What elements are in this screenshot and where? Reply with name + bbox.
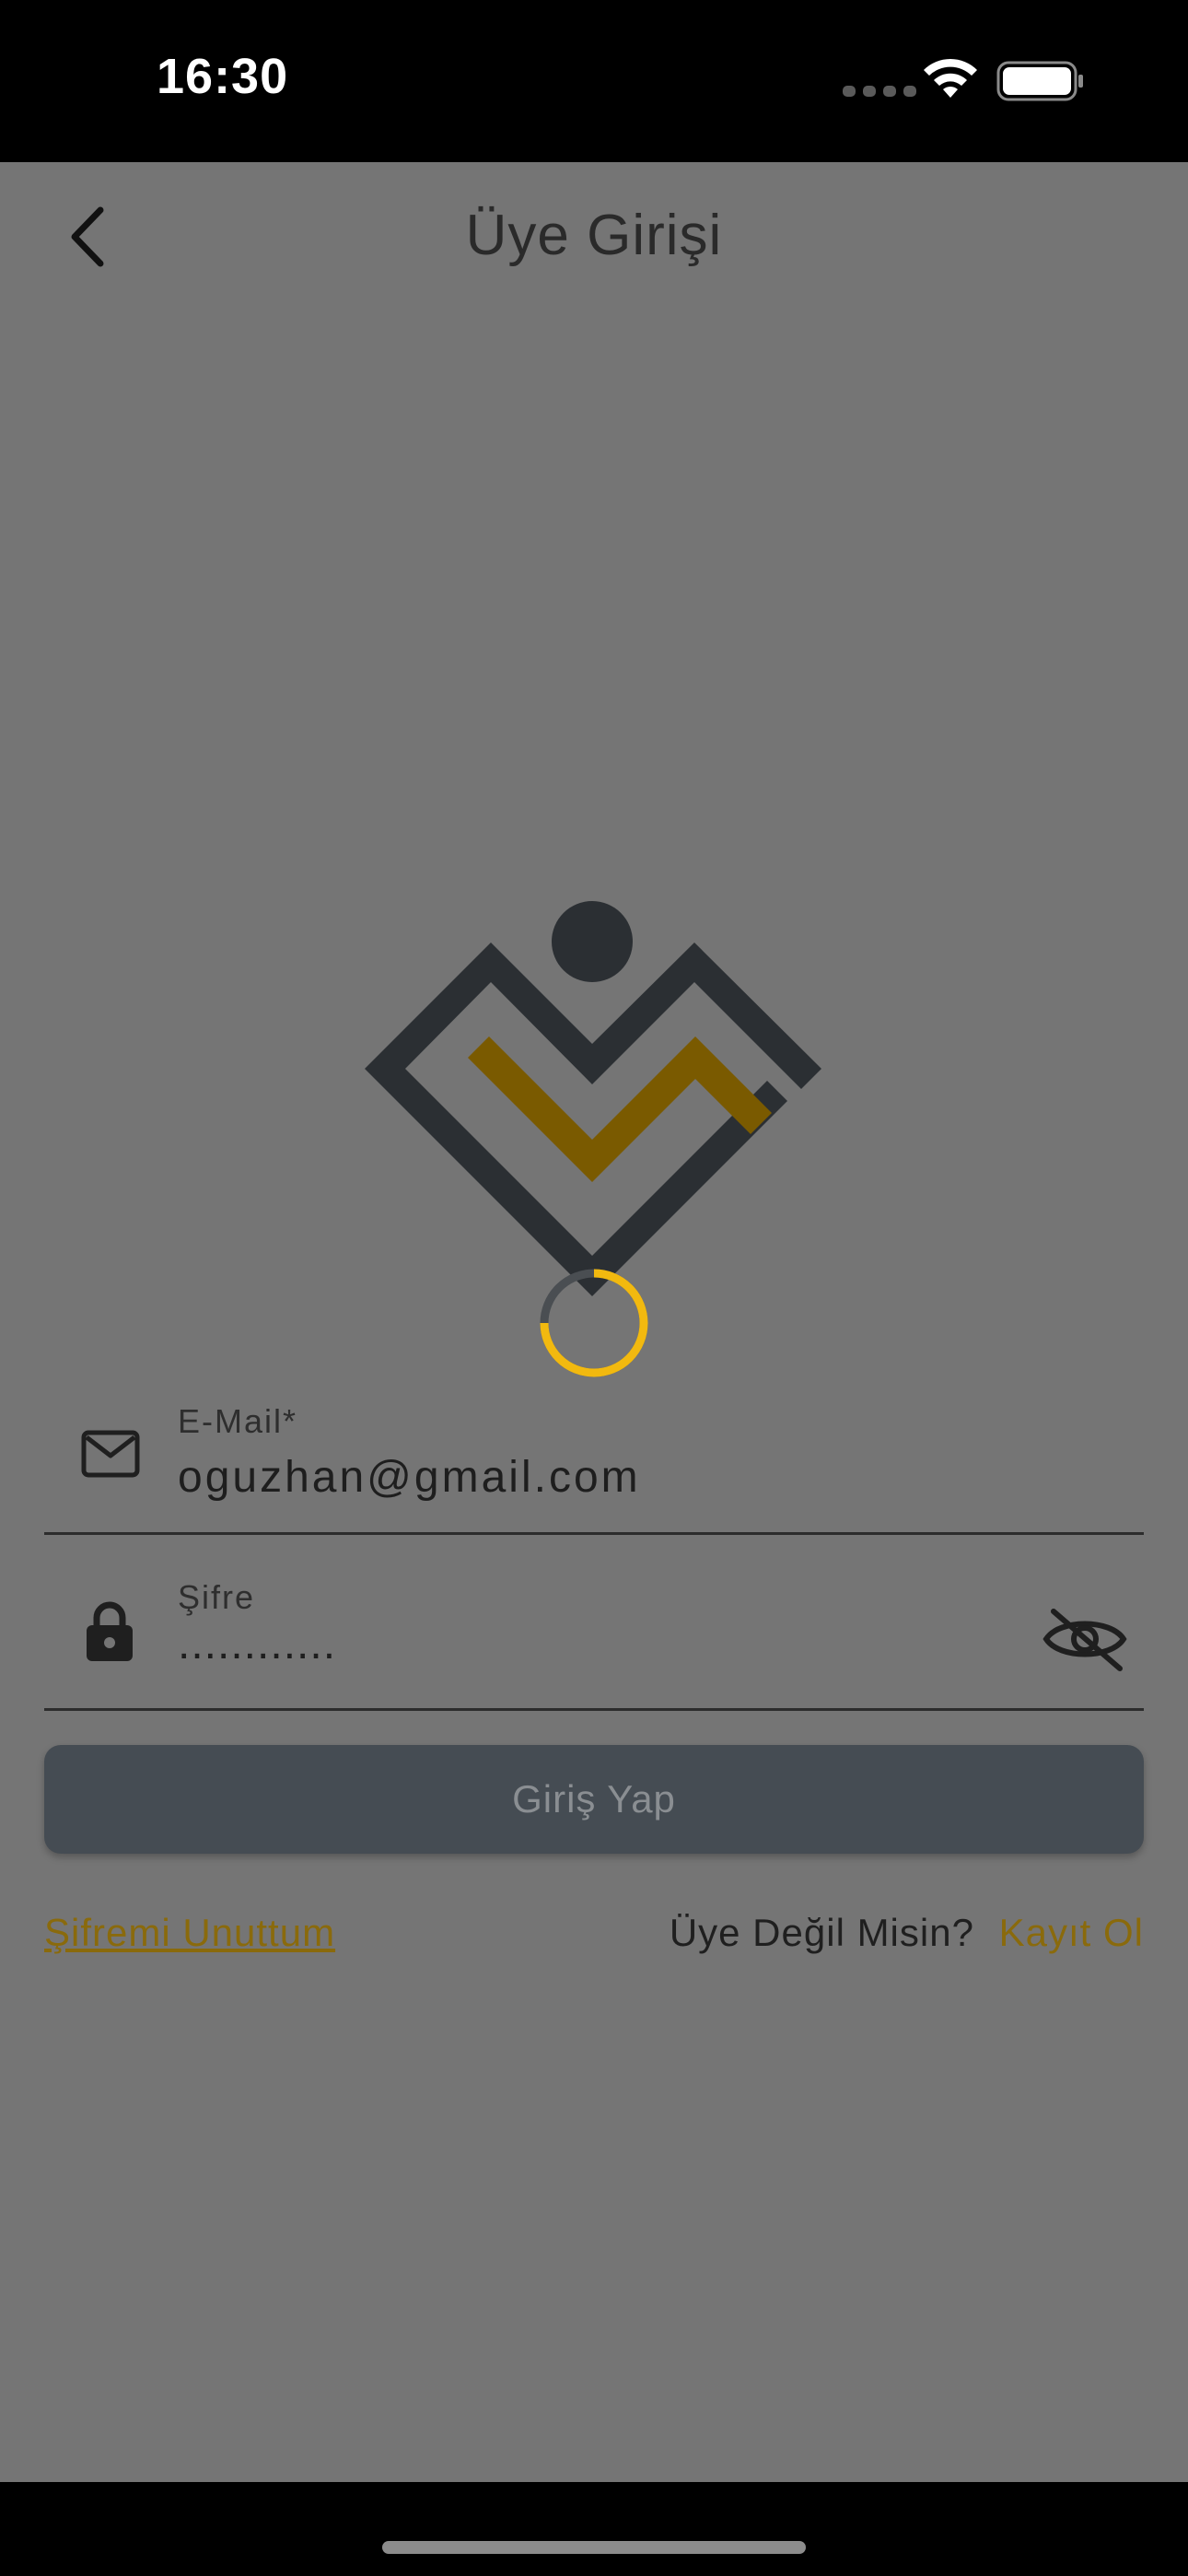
- password-input[interactable]: ............: [178, 1619, 336, 1669]
- status-time: 16:30: [157, 49, 289, 104]
- signup-link[interactable]: Kayıt Ol: [999, 1911, 1144, 1954]
- email-label: E-Mail*: [178, 1402, 298, 1440]
- cellular-signal-icon: [843, 86, 916, 97]
- wifi-icon: [921, 57, 980, 106]
- page-title: Üye Girişi: [465, 204, 723, 267]
- app-logo: [359, 894, 829, 1299]
- forgot-password-link[interactable]: Şifremi Unuttum: [44, 1911, 335, 1955]
- header: Üye Girişi: [0, 162, 1188, 319]
- status-bar: 16:30: [0, 0, 1188, 162]
- lock-icon: [85, 1600, 134, 1668]
- email-field[interactable]: E-Mail* oguzhan@gmail.com: [44, 1360, 1144, 1535]
- signup-row: Üye Değil Misin? Kayıt Ol: [670, 1911, 1144, 1955]
- password-visibility-toggle[interactable]: [1039, 1593, 1131, 1685]
- email-input[interactable]: oguzhan@gmail.com: [178, 1452, 641, 1503]
- battery-icon: [996, 61, 1085, 106]
- eye-off-icon: [1042, 1609, 1127, 1671]
- password-label: Şifre: [178, 1578, 256, 1616]
- signup-question: Üye Değil Misin?: [669, 1911, 974, 1954]
- login-screen: 16:30 Üye Girişi E-Mail* oguzhan@gmail.c…: [0, 0, 1188, 2576]
- mail-icon: [81, 1430, 140, 1482]
- password-field[interactable]: Şifre ............: [44, 1536, 1144, 1711]
- login-button[interactable]: Giriş Yap: [44, 1745, 1144, 1854]
- home-indicator[interactable]: [382, 2541, 806, 2554]
- home-bar: [0, 2482, 1188, 2576]
